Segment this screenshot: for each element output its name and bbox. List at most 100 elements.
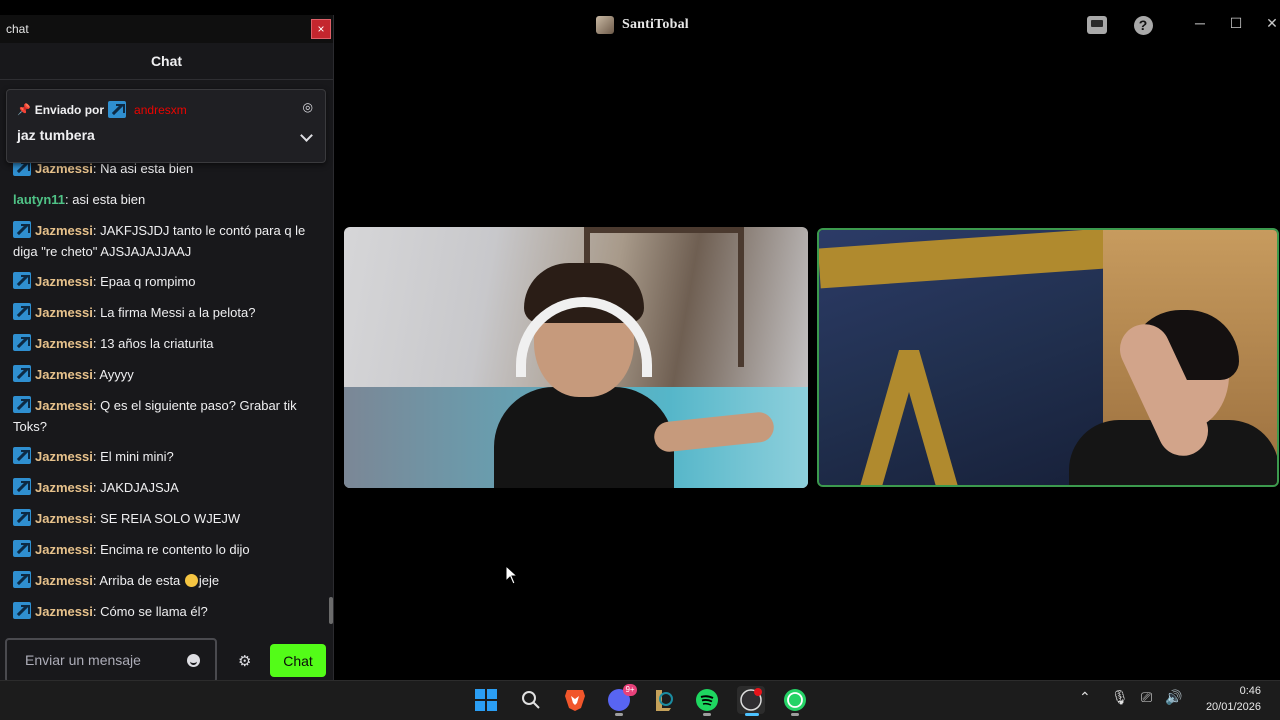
chat-username[interactable]: Jazmessi [35,367,93,382]
chat-text: Arriba de esta [96,573,184,588]
obs-icon[interactable] [737,686,765,714]
chat-username[interactable]: Jazmessi [35,542,93,557]
chat-message: Jazmessi: SE REIA SOLO WJEJW [13,508,313,529]
chat-message: Jazmessi: Ayyyy [13,364,313,385]
microphone-icon[interactable]: 🎙 [1111,689,1129,706]
user-badge-icon [13,478,31,495]
pinned-message[interactable]: 📌 Enviado por andresxm ◎ jaz tumbera [6,89,326,163]
chat-username[interactable]: Jazmessi [35,336,93,351]
pinned-label: Enviado por [34,102,105,117]
clock-date: 20/01/2026 [1205,701,1261,713]
chat-text: JAKDJAJSJA [96,480,179,495]
chat-message: Jazmessi: El mini mini? [13,446,313,467]
chat-message: Jazmessi: La firma Messi a la pelota? [13,302,313,323]
gear-icon[interactable]: ⚙ [238,652,251,670]
chat-input-wrapper[interactable] [5,638,217,683]
chat-text: La firma Messi a la pelota? [96,305,256,320]
chat-message: Jazmessi: Cómo se llama él? [13,601,313,622]
search-icon[interactable] [517,686,545,714]
windows-start-icon[interactable] [472,686,500,714]
video-tile-guest[interactable] [817,228,1279,487]
chat-username[interactable]: Jazmessi [35,573,93,588]
chat-username[interactable]: Jazmessi [35,604,93,619]
discord-icon[interactable]: 9+ [605,684,637,714]
send-chat-button[interactable]: Chat [270,644,326,677]
discord-notification-badge: 9+ [623,684,637,696]
streamer-name: SantiTobal [622,17,689,32]
user-badge-icon [13,602,31,619]
user-badge-icon [13,303,31,320]
chat-username[interactable]: Jazmessi [35,449,93,464]
chat-username[interactable]: Jazmessi [35,398,93,413]
close-window-button[interactable]: ✕ [1260,15,1280,32]
chat-username[interactable]: Jazmessi [35,305,93,320]
user-badge-icon [13,571,31,588]
desktop: SantiTobal ? ─ ☐ ✕ chat × Chat 📌 Enviado… [0,0,1280,720]
chat-panel: chat × Chat 📌 Enviado por andresxm ◎ jaz… [0,15,334,695]
chat-text: El mini mini? [96,449,174,464]
user-badge-icon [13,509,31,526]
running-indicator [703,713,711,716]
chat-message: Jazmessi: Epaa q rompimo [13,271,313,292]
pinned-user[interactable]: andresxm [134,103,187,117]
spotify-icon[interactable] [693,686,721,714]
help-glyph: ? [1133,15,1153,35]
user-badge-icon [13,365,31,382]
running-indicator [615,713,623,716]
chat-text: Na asi esta bien [96,161,194,176]
chat-text: asi esta bien [68,192,146,207]
chat-username[interactable]: Jazmessi [35,223,93,238]
chat-username[interactable]: Jazmessi [35,161,93,176]
chat-username[interactable]: Jazmessi [35,511,93,526]
hide-eye-icon[interactable]: ◎ [303,100,313,114]
chat-message: Jazmessi: Encima re contento lo dijo [13,539,313,560]
chevron-down-icon[interactable] [300,129,313,142]
user-badge-icon [13,221,31,238]
chat-message: Jazmessi: Arriba de esta jeje [13,570,313,591]
pin-icon: 📌 [17,104,31,116]
clock-time: 0:46 [1239,685,1261,697]
whatsapp-icon[interactable] [781,686,809,714]
chat-message: lautyn11: asi esta bien [13,189,313,210]
emoji-picker-icon[interactable] [187,654,200,667]
user-badge-icon [13,334,31,351]
chat-message: Jazmessi: 13 años la criaturita [13,333,313,354]
chat-username[interactable]: Jazmessi [35,274,93,289]
help-icon[interactable]: ? [1132,15,1154,35]
user-badge-icon [13,540,31,557]
pinned-message-text: jaz tumbera [17,127,95,143]
volume-icon[interactable]: 🔊 [1165,689,1182,706]
streamer-info: SantiTobal [596,16,689,34]
clock[interactable]: 0:46 20/01/2026 [1206,683,1261,715]
active-indicator [745,713,759,716]
maximize-button[interactable]: ☐ [1224,15,1248,32]
chat-text: Cómo se llama él? [96,604,208,619]
chat-header: Chat [0,43,333,80]
chat-header-title: Chat [150,53,183,69]
chat-text: 13 años la criaturita [96,336,214,351]
chat-text-after-emoji: jeje [198,573,220,588]
minimize-button[interactable]: ─ [1188,15,1212,31]
inbox-icon[interactable] [1086,15,1108,35]
chat-username[interactable]: lautyn11 [13,192,65,207]
chat-text: Epaa q rompimo [96,274,196,289]
brave-icon[interactable] [561,686,589,714]
chat-text: SE REIA SOLO WJEJW [96,511,241,526]
streamer-person [494,263,776,488]
chat-text: Encima re contento lo dijo [96,542,250,557]
chat-username[interactable]: Jazmessi [35,480,93,495]
taskbar: 9+ ⌃ 🎙 ⎚ 🔊 0:46 20/01/2026 [0,680,1280,720]
chat-message: Jazmessi: JAKFJSJDJ tanto le contó para … [13,220,313,262]
tray-expand-icon[interactable]: ⌃ [1079,689,1091,706]
chat-text: Ayyyy [96,367,134,382]
main-window-titlebar: SantiTobal ? ─ ☐ ✕ [334,8,1280,42]
video-tile-streamer[interactable] [344,227,808,488]
chat-close-button[interactable]: × [311,19,331,39]
league-icon[interactable] [649,686,677,714]
chat-scrollbar[interactable] [329,597,333,624]
guest-person [1069,310,1277,485]
chat-window-titlebar: chat × [0,15,333,43]
chat-input[interactable] [25,652,175,668]
network-icon[interactable]: ⎚ [1141,689,1152,706]
user-badge-icon [13,447,31,464]
